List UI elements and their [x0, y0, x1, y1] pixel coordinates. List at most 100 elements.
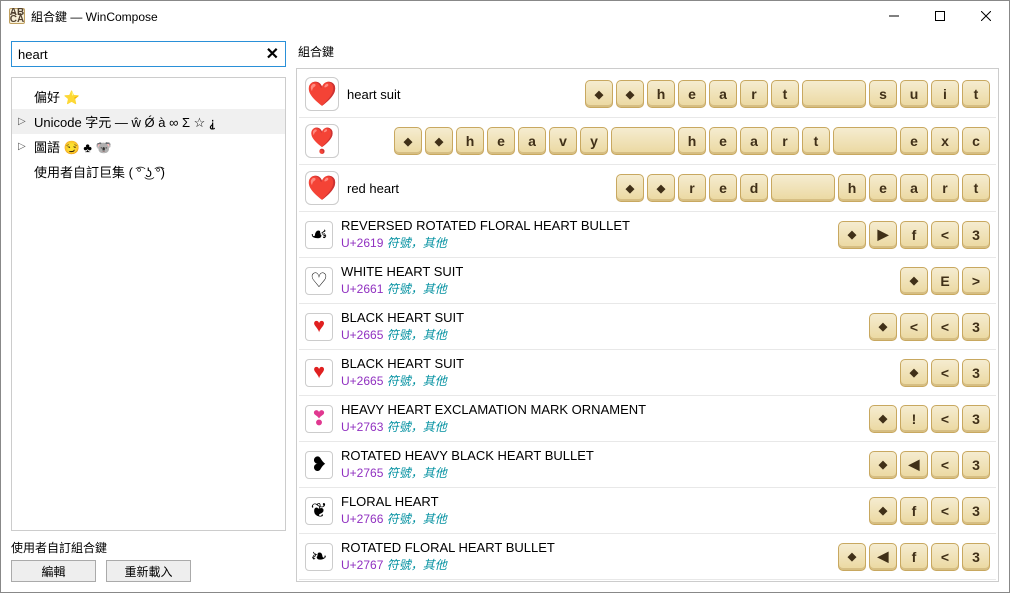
edit-button[interactable]: 編輯	[11, 560, 96, 582]
codepoint: U+2665	[341, 328, 383, 342]
codepoint: U+2619	[341, 236, 383, 250]
search-input[interactable]	[18, 47, 266, 62]
sequence-row[interactable]: ❧ROTATED FLORAL HEART BULLETU+2767 符號，其他…	[299, 534, 996, 580]
key-cap: v	[549, 127, 577, 155]
key-cap: ▶	[869, 221, 897, 249]
codepoint: U+2661	[341, 282, 383, 296]
row-text: BLACK HEART SUITU+2665 符號，其他	[341, 310, 861, 343]
sequence-row[interactable]: ♥BLACK HEART SUITU+2665 符號，其他<<3	[299, 304, 996, 350]
key-cap: y	[580, 127, 608, 155]
char-name: BLACK HEART SUIT	[341, 310, 861, 325]
sequence-row[interactable]: ☙REVERSED ROTATED FLORAL HEART BULLETU+2…	[299, 212, 996, 258]
key-cap: e	[487, 127, 515, 155]
maximize-button[interactable]	[917, 1, 963, 31]
key-cap: x	[931, 127, 959, 155]
key-cap: 3	[962, 451, 990, 479]
sidebar-item-1[interactable]: ▷Unicode 字元 — ŵ Ǿ à ∞ Σ ☆ ⸘	[12, 109, 285, 134]
row-text: heart suit	[347, 87, 577, 102]
key-cap: <	[931, 221, 959, 249]
char-meta: U+2665 符號，其他	[341, 372, 892, 389]
char-meta: U+2766 符號，其他	[341, 510, 861, 527]
key-cap: h	[647, 80, 675, 108]
key-cap: <	[931, 405, 959, 433]
key-cap: r	[771, 127, 799, 155]
key-cap: a	[518, 127, 546, 155]
key-cap: r	[678, 174, 706, 202]
sequence-row[interactable]: ♡WHITE HEART SUITU+2661 符號，其他E>	[299, 258, 996, 304]
sequence-row[interactable]: ❦FLORAL HEARTU+2766 符號，其他f<3	[299, 488, 996, 534]
key-cap: t	[962, 174, 990, 202]
key-cap: 3	[962, 497, 990, 525]
key-cap	[611, 127, 675, 155]
key-cap	[900, 359, 928, 387]
key-cap: c	[962, 127, 990, 155]
row-text: red heart	[347, 181, 608, 196]
glyph-preview: ❤️	[305, 171, 339, 205]
key-cap	[838, 543, 866, 571]
char-meta: U+2763 符號，其他	[341, 418, 861, 435]
expander-icon[interactable]: ▷	[18, 116, 26, 127]
key-cap: ◀	[900, 451, 928, 479]
category: 符號，其他	[383, 512, 446, 526]
key-cap	[616, 174, 644, 202]
close-button[interactable]	[963, 1, 1009, 31]
glyph-preview: ♥	[305, 359, 333, 387]
key-sequence: heartsuit	[585, 80, 990, 108]
sequence-row[interactable]: ♥BLACK HEART SUITU+2665 符號，其他<3	[299, 350, 996, 396]
codepoint: U+2765	[341, 466, 383, 480]
row-text: BLACK HEART SUITU+2665 符號，其他	[341, 356, 892, 389]
key-cap	[833, 127, 897, 155]
sequence-row[interactable]: 🂱PLAYING CARD ACE OF HEARTSU+1F0B1 符號，其他…	[299, 580, 996, 582]
expander-icon[interactable]: ▷	[18, 141, 26, 152]
category: 符號，其他	[383, 374, 446, 388]
key-cap: <	[931, 451, 959, 479]
sidebar-item-label: 使用者自訂巨集 ( ͡° ͜ʖ ͡°)	[34, 162, 165, 181]
key-cap: f	[900, 543, 928, 571]
key-cap	[616, 80, 644, 108]
glyph-preview: ♥	[305, 313, 333, 341]
key-cap: E	[931, 267, 959, 295]
sidebar-item-3[interactable]: 使用者自訂巨集 ( ͡° ͜ʖ ͡°)	[12, 159, 285, 184]
key-cap	[900, 267, 928, 295]
key-cap: h	[678, 127, 706, 155]
key-cap: e	[900, 127, 928, 155]
clear-search-icon[interactable]: ✕	[266, 44, 279, 64]
key-cap: r	[740, 80, 768, 108]
key-cap: e	[678, 80, 706, 108]
key-sequence: ▶f<3	[838, 221, 990, 249]
key-cap: <	[931, 543, 959, 571]
category: 符號，其他	[383, 282, 446, 296]
category: 符號，其他	[383, 328, 446, 342]
sequence-list[interactable]: ❤️heart suitheartsuit❣️heavyheartexc❤️re…	[296, 68, 999, 582]
key-cap: e	[869, 174, 897, 202]
sequence-row[interactable]: ❣HEAVY HEART EXCLAMATION MARK ORNAMENTU+…	[299, 396, 996, 442]
sequence-row[interactable]: ❥ROTATED HEAVY BLACK HEART BULLETU+2765 …	[299, 442, 996, 488]
sidebar-item-0[interactable]: 偏好 ⭐	[12, 84, 285, 109]
reload-button[interactable]: 重新載入	[106, 560, 191, 582]
key-cap	[802, 80, 866, 108]
sequence-row[interactable]: ❣️heavyheartexc	[299, 118, 996, 165]
search-input-container[interactable]: ✕	[11, 41, 286, 67]
key-cap	[869, 451, 897, 479]
char-name: WHITE HEART SUIT	[341, 264, 892, 279]
category: 符號，其他	[383, 236, 446, 250]
row-text: WHITE HEART SUITU+2661 符號，其他	[341, 264, 892, 297]
char-meta: U+2665 符號，其他	[341, 326, 861, 343]
category-tree[interactable]: 偏好 ⭐▷Unicode 字元 — ŵ Ǿ à ∞ Σ ☆ ⸘▷圖語 😏 ♣ 🐨…	[11, 77, 286, 531]
minimize-button[interactable]	[871, 1, 917, 31]
sequence-row[interactable]: ❤️heart suitheartsuit	[299, 71, 996, 118]
key-cap: e	[709, 174, 737, 202]
sidebar-item-2[interactable]: ▷圖語 😏 ♣ 🐨	[12, 134, 285, 159]
key-cap	[394, 127, 422, 155]
char-name: BLACK HEART SUIT	[341, 356, 892, 371]
sequence-row[interactable]: ❤️red heartredheart	[299, 165, 996, 212]
glyph-preview: ❥	[305, 451, 333, 479]
key-cap: f	[900, 221, 928, 249]
window-title: 組合鍵 — WinCompose	[31, 8, 158, 25]
key-cap	[869, 405, 897, 433]
glyph-preview: ❣	[305, 405, 333, 433]
key-sequence: ◀f<3	[838, 543, 990, 571]
key-cap: <	[931, 359, 959, 387]
key-cap: !	[900, 405, 928, 433]
char-meta: U+2661 符號，其他	[341, 280, 892, 297]
